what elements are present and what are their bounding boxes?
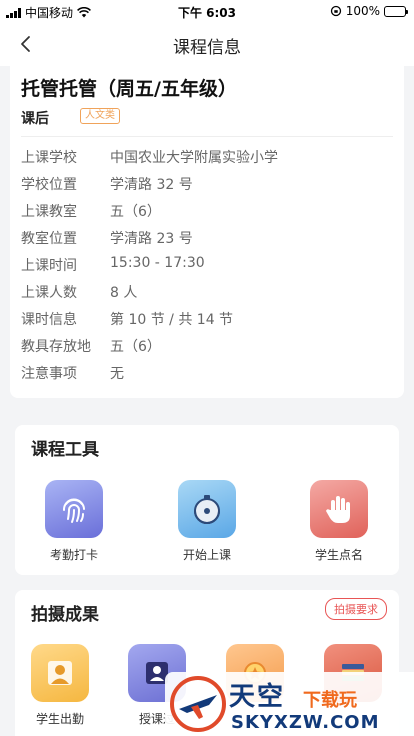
tools-section-title: 课程工具 — [31, 440, 99, 460]
info-value: 学清路 23 号 — [110, 231, 193, 247]
info-label: 学校位置 — [21, 177, 77, 193]
status-bar: 中国移动 下午 6:03 100% — [0, 0, 414, 22]
info-value: 15:30 - 17:30 — [110, 255, 205, 271]
info-value: 第 10 节 / 共 14 节 — [110, 312, 234, 328]
status-right: 100% — [330, 4, 408, 18]
info-value: 五（6） — [110, 339, 161, 355]
watermark-url: SKYXZW.COM — [231, 712, 380, 733]
tool-start-class[interactable]: 开始上课 — [162, 480, 252, 563]
info-row-classroom-location: 教室位置 学清路 23 号 — [21, 228, 193, 248]
info-value: 8 人 — [110, 285, 138, 301]
raised-hand-icon — [310, 480, 368, 538]
category-tag: 人文类 — [80, 108, 120, 124]
battery-icon — [384, 5, 408, 17]
info-row-notes: 注意事项 无 — [21, 363, 124, 383]
info-label: 上课人数 — [21, 285, 77, 301]
course-tools-card: 课程工具 考勤打卡 开始上课 学生点名 — [15, 425, 399, 575]
tool-label: 考勤打卡 — [49, 548, 98, 562]
info-value: 中国农业大学附属实验小学 — [110, 150, 278, 166]
info-row-headcount: 上课人数 8 人 — [21, 282, 137, 302]
student-icon — [31, 644, 89, 702]
info-label: 教具存放地 — [21, 339, 91, 355]
fingerprint-icon — [45, 480, 103, 538]
page-title: 课程信息 — [173, 38, 241, 58]
airplane-logo-icon — [170, 676, 226, 732]
tool-label: 学生点名 — [314, 548, 363, 562]
tool-roll-call[interactable]: 学生点名 — [294, 480, 384, 563]
battery-label: 100% — [345, 4, 380, 18]
info-row-classroom: 上课教室 五（6） — [21, 201, 161, 221]
nav-bar: 课程信息 — [0, 22, 414, 66]
info-value: 五（6） — [110, 204, 161, 220]
watermark-subtitle: 下载玩 — [303, 690, 357, 711]
tool-attendance[interactable]: 考勤打卡 — [29, 480, 119, 563]
info-row-time: 上课时间 15:30 - 17:30 — [21, 255, 205, 275]
watermark: 天空 下载玩 SKYXZW.COM — [165, 672, 414, 736]
divider — [21, 136, 393, 137]
info-row-lesson: 课时信息 第 10 节 / 共 14 节 — [21, 309, 233, 329]
info-value: 学清路 32 号 — [110, 177, 193, 193]
info-label: 上课教室 — [21, 204, 77, 220]
photo-attendance[interactable]: 学生出勤 — [20, 644, 100, 727]
info-row-school-location: 学校位置 学清路 32 号 — [21, 174, 193, 194]
photos-section-title: 拍摄成果 — [31, 605, 99, 625]
orientation-lock-icon — [330, 5, 341, 17]
photo-requirement-button[interactable]: 拍摄要求 — [325, 598, 387, 620]
info-label: 上课学校 — [21, 150, 77, 166]
tool-label: 开始上课 — [182, 548, 231, 562]
info-value: 无 — [110, 366, 124, 382]
bell-icon — [178, 480, 236, 538]
info-row-school: 上课学校 中国农业大学附属实验小学 — [21, 147, 278, 167]
course-type: 课后 — [21, 111, 49, 127]
watermark-title: 天空 — [229, 682, 286, 712]
course-title: 托管托管（周五/五年级） — [21, 78, 237, 100]
info-label: 教室位置 — [21, 231, 77, 247]
photo-label: 学生出勤 — [35, 712, 84, 726]
info-row-storage: 教具存放地 五（6） — [21, 336, 161, 356]
info-label: 注意事项 — [21, 366, 77, 382]
info-label: 上课时间 — [21, 258, 77, 274]
info-label: 课时信息 — [21, 312, 77, 328]
course-info-card: 托管托管（周五/五年级） 课后 人文类 上课学校 中国农业大学附属实验小学 学校… — [10, 62, 404, 398]
